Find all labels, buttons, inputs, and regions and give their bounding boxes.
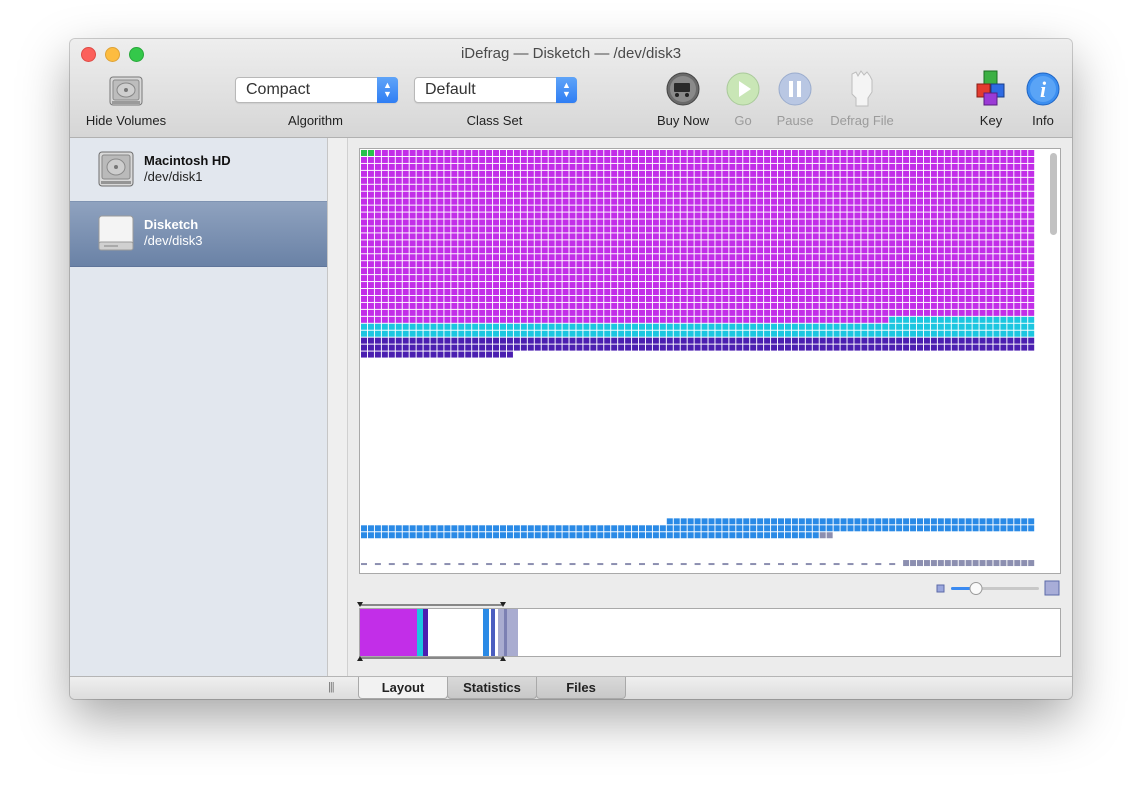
- pause-label: Pause: [776, 113, 814, 128]
- algorithm-select[interactable]: Compact ▲ ▼: [235, 77, 398, 103]
- sidebar-splitter[interactable]: [328, 138, 348, 676]
- hard-drive-icon: [98, 151, 134, 187]
- tab-files[interactable]: Files: [536, 677, 626, 699]
- chevron-updown-icon: ▲ ▼: [377, 77, 398, 103]
- block-map-canvas: [361, 150, 1035, 567]
- pause-icon: [778, 72, 812, 106]
- volume-name: Disketch: [144, 217, 199, 232]
- info-label: Info: [1032, 113, 1054, 128]
- volume-item-disketch[interactable]: Disketch /dev/disk3: [70, 201, 327, 267]
- go-label: Go: [734, 113, 752, 128]
- shopping-cart-icon: [666, 72, 700, 106]
- vertical-scrollbar[interactable]: [1050, 153, 1057, 235]
- volume-name: Macintosh HD: [144, 153, 231, 168]
- info-icon: i: [1026, 72, 1060, 106]
- algorithm-label: Algorithm: [288, 113, 343, 128]
- disk-block-map[interactable]: [359, 148, 1061, 574]
- algorithm-value: Compact: [246, 81, 311, 98]
- buy-now-label: Buy Now: [656, 113, 710, 128]
- color-cubes-icon: [976, 70, 1005, 106]
- zoom-control: [933, 580, 1063, 596]
- volume-item-macintosh-hd[interactable]: Macintosh HD /dev/disk1: [70, 138, 327, 202]
- overview-viewport-marker[interactable]: [357, 602, 507, 662]
- window-title: iDefrag — Disketch — /dev/disk3: [460, 45, 682, 62]
- key-label: Key: [979, 113, 1003, 128]
- bottom-bar: ||| Layout Statistics Files: [70, 676, 1072, 699]
- layout-panel: [348, 138, 1072, 676]
- zoom-slider-knob: [969, 582, 983, 595]
- defrag-file-label: Defrag File: [830, 113, 894, 128]
- volume-device: /dev/disk3: [144, 233, 203, 248]
- disk-overview-bar[interactable]: [357, 602, 1061, 661]
- external-drive-icon: [98, 215, 134, 251]
- tab-layout[interactable]: Layout: [358, 677, 448, 699]
- class-set-value: Default: [425, 81, 476, 98]
- chevron-updown-icon: ▲ ▼: [556, 77, 577, 103]
- volume-device: /dev/disk1: [144, 169, 203, 184]
- class-set-select[interactable]: Default ▲ ▼: [414, 77, 577, 103]
- volumes-sidebar: Macintosh HD /dev/disk1 Disketch /dev/di…: [70, 138, 328, 676]
- hard-drive-icon: [109, 76, 143, 106]
- tab-statistics[interactable]: Statistics: [447, 677, 537, 699]
- fist-icon: [851, 70, 873, 107]
- toolbar: iDefrag — Disketch — /dev/disk3 Hide Vol…: [70, 39, 1072, 138]
- hide-volumes-label: Hide Volumes: [85, 113, 167, 128]
- zoom-small-icon: [936, 584, 945, 593]
- splitter-grip-icon[interactable]: |||: [328, 681, 335, 693]
- app-window: iDefrag — Disketch — /dev/disk3 Hide Vol…: [70, 39, 1072, 699]
- svg-text:i: i: [1040, 77, 1047, 102]
- play-icon: [726, 72, 760, 106]
- class-set-label: Class Set: [466, 113, 523, 128]
- zoom-large-icon: [1044, 580, 1060, 596]
